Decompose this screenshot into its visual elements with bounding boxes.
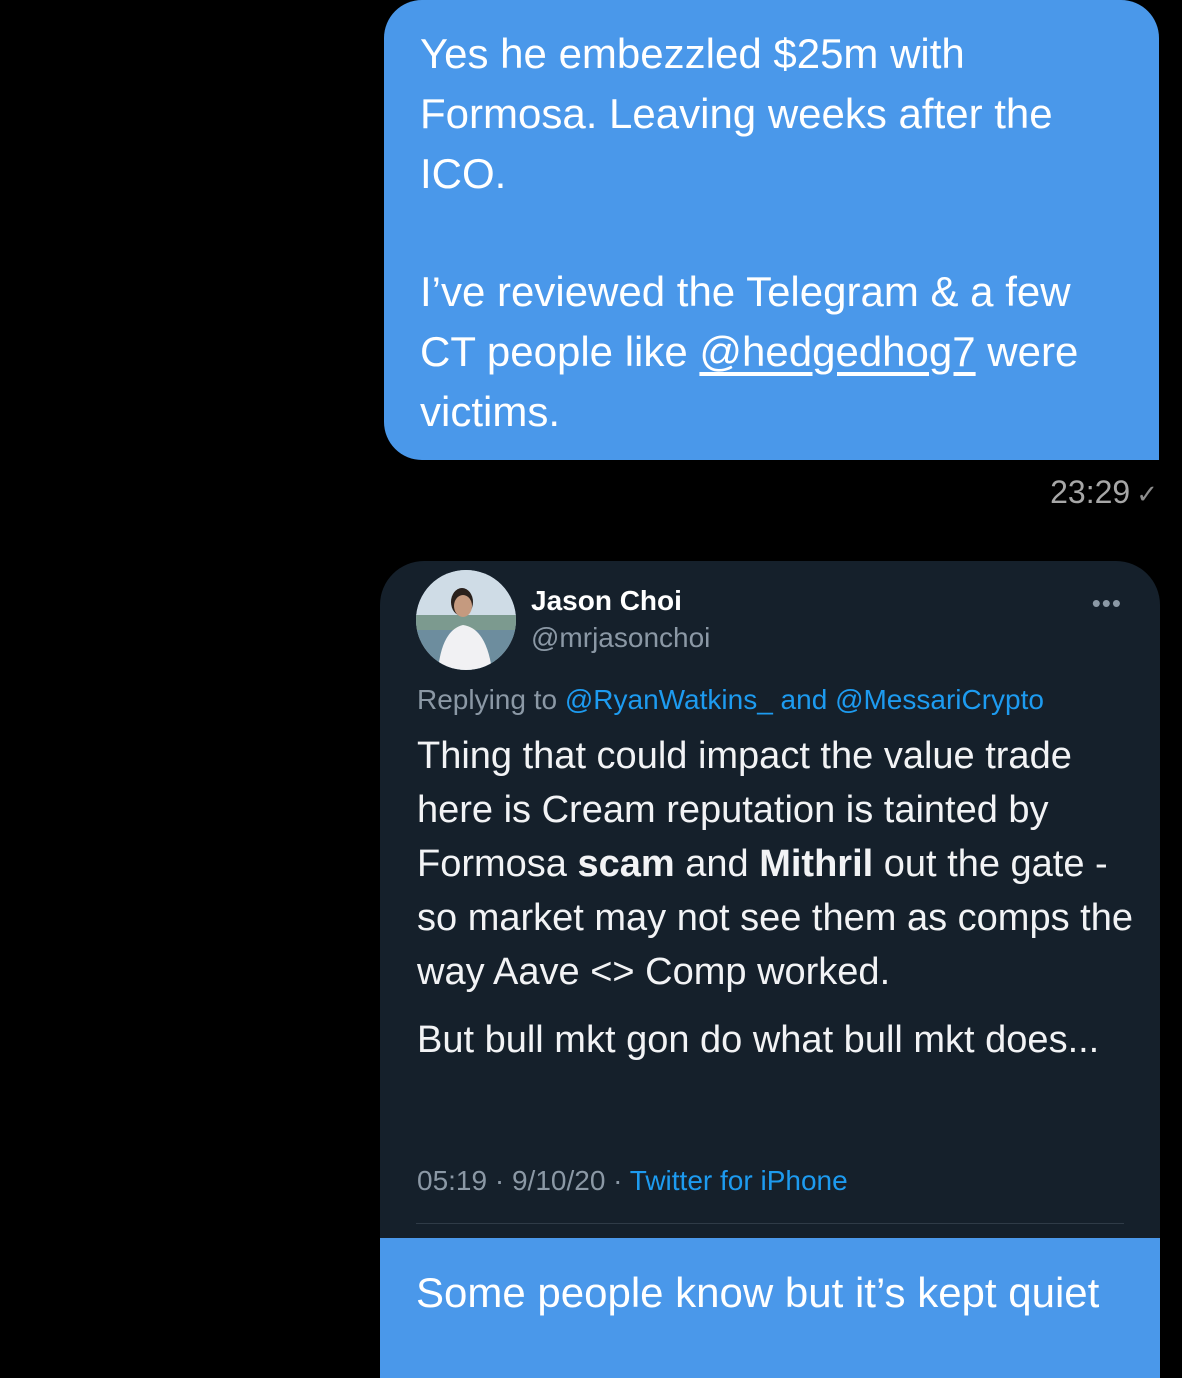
meta-separator: · — [487, 1165, 512, 1196]
tweet-paragraph-2: But bull mkt gon do what bull mkt does..… — [417, 1019, 1100, 1061]
outgoing-message-bubble-2[interactable]: Some people know but it’s kept quiet — [380, 1238, 1160, 1378]
message-timestamp: 23:29 ✓ — [1050, 470, 1158, 516]
reply-mention-ryanwatkins[interactable]: @RyanWatkins_ — [565, 684, 773, 715]
divider — [416, 1223, 1124, 1224]
shared-tweet-card[interactable]: Jason Choi @mrjasonchoi ••• Replying to … — [380, 561, 1160, 1241]
mention-link-hedgedhog7[interactable]: @hedgedhog7 — [699, 328, 975, 375]
outgoing-message-bubble[interactable]: Yes he embezzled $25m with Formosa. Leav… — [384, 0, 1159, 460]
ellipsis-icon[interactable]: ••• — [1092, 590, 1122, 616]
tweet-paragraph-1: Thing that could impact the value trade … — [417, 729, 1137, 999]
reply-mention-messaricrypto[interactable]: @MessariCrypto — [835, 684, 1044, 715]
tweet-meta: 05:19 · 9/10/20 · Twitter for iPhone — [417, 1162, 848, 1200]
check-icon: ✓ — [1136, 479, 1158, 509]
message-text-paragraph-1: Yes he embezzled $25m with Formosa. Leav… — [420, 30, 1053, 197]
reply-and-label: and — [772, 684, 836, 715]
tweet-time: 05:19 — [417, 1165, 488, 1196]
avatar-image — [416, 570, 516, 670]
replying-to-line: Replying to @RyanWatkins_ and @MessariCr… — [417, 681, 1044, 719]
message-time: 23:29 — [1050, 474, 1131, 510]
replying-to-label: Replying to — [417, 684, 565, 715]
author-name[interactable]: Jason Choi — [531, 583, 682, 619]
avatar[interactable] — [416, 570, 516, 670]
tweet-date: 9/10/20 — [511, 1165, 606, 1196]
message-text-paragraph-2: I’ve reviewed the Telegram & a few CT pe… — [420, 262, 1123, 442]
tweet-text-part: and — [674, 843, 760, 885]
author-handle[interactable]: @mrjasonchoi — [531, 620, 710, 656]
tweet-text: Thing that could impact the value trade … — [417, 729, 1137, 1067]
tweet-text-bold-mithril: Mithril — [759, 843, 874, 885]
tweet-source-link[interactable]: Twitter for iPhone — [630, 1165, 848, 1196]
message-text: Some people know but it’s kept quiet — [416, 1269, 1100, 1316]
tweet-text-bold-scam: scam — [577, 843, 675, 885]
meta-separator: · — [605, 1165, 630, 1196]
